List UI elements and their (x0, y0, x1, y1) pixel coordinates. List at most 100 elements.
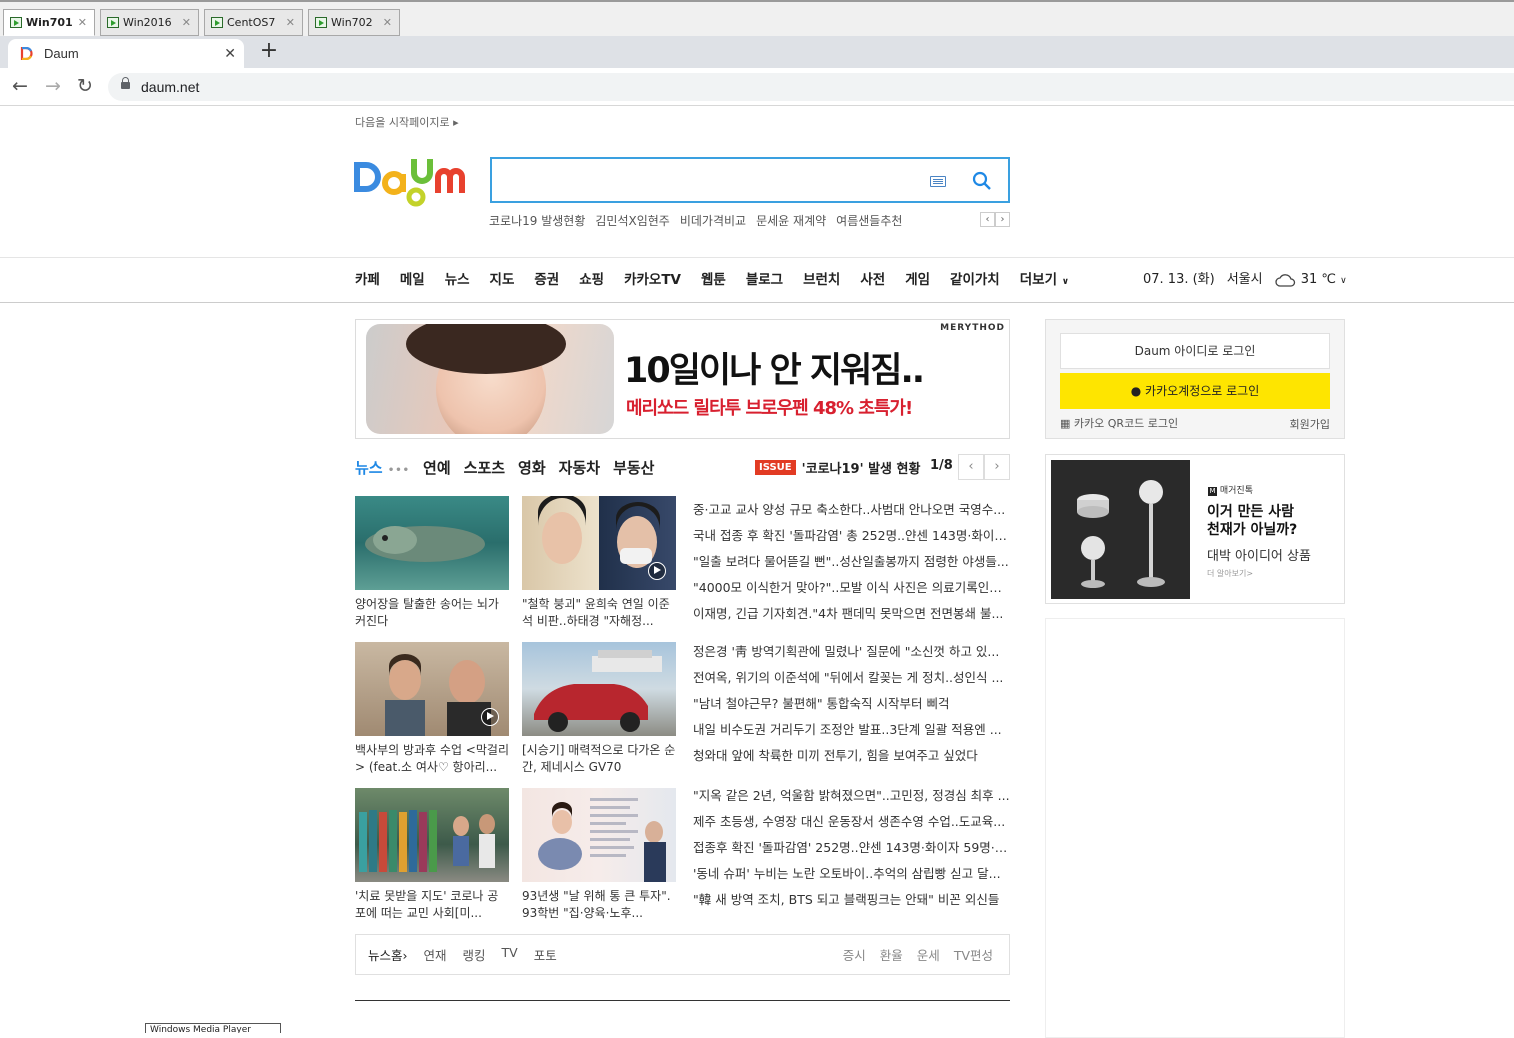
ranking-link[interactable]: 랭킹 (463, 945, 486, 964)
headline-item[interactable]: '동네 슈퍼' 누비는 노란 오토바이..추억의 삼립빵 싣고 달... (693, 861, 1010, 887)
nav-item[interactable]: 카카오TV (624, 258, 681, 304)
trending-keyword[interactable]: 김민석X임현주 (595, 212, 669, 229)
banner-ad[interactable]: MERYTHOD 10일이나 안 지워짐.. 메리쏘드 릴타투 브로우펜 48%… (355, 319, 1010, 439)
stock-link[interactable]: 증시 (843, 945, 866, 964)
tv-schedule-link[interactable]: TV편성 (954, 945, 993, 964)
news-caption[interactable]: "철학 붕괴" 윤희숙 연일 이준석 비판..하태경 "자해정... (522, 596, 676, 630)
news-thumbnail[interactable] (522, 788, 676, 882)
headline-item[interactable]: 전여옥, 위기의 이준석에 "뒤에서 칼꽂는 게 정치..성인식 ... (693, 665, 1010, 691)
chevron-right-icon[interactable]: › (984, 454, 1010, 480)
browser-tab-daum[interactable]: Daum ✕ (8, 39, 244, 68)
vm-tab-centos7[interactable]: CentOS7 ✕ (204, 9, 303, 36)
headline-item[interactable]: 제주 초등생, 수영장 대신 운동장서 생존수영 수업..도교육... (693, 809, 1010, 835)
trending-keyword[interactable]: 코로나19 발생현황 (489, 212, 585, 229)
nav-more[interactable]: 더보기 ∨ (1020, 258, 1069, 304)
news-thumbnail[interactable] (522, 642, 676, 736)
news-caption[interactable]: 93년생 "날 위해 통 큰 투자". 93학번 "집·양육·노후... (522, 888, 676, 922)
set-start-page-link[interactable]: 다음을 시작페이지로 ▸ (355, 114, 459, 130)
tab-news-label: 뉴스 (355, 459, 383, 477)
news-thumbnail[interactable] (355, 496, 509, 590)
headline-item[interactable]: 내일 비수도권 거리두기 조정안 발표..3단계 일괄 적용엔 ... (693, 717, 1010, 743)
qr-login-link[interactable]: ▦ 카카오 QR코드 로그인 (1060, 415, 1178, 431)
tab-entertainment[interactable]: 연예 (423, 457, 451, 478)
headline-item[interactable]: "지옥 같은 2년, 억울함 밝혀졌으면"..고민정, 정경심 최후 ... (693, 783, 1010, 809)
nav-item[interactable]: 쇼핑 (579, 258, 604, 304)
daum-logo[interactable] (354, 157, 472, 207)
trending-keyword[interactable]: 여름샌들추천 (836, 212, 902, 229)
trending-keyword[interactable]: 문세윤 재계약 (756, 212, 826, 229)
close-tab-icon[interactable]: ✕ (224, 39, 236, 68)
headline-item[interactable]: 중·고교 교사 양성 규모 축소한다..사범대 안나오면 국영수... (693, 497, 1010, 523)
city: 서울시 (1226, 272, 1263, 287)
sidebar-ad[interactable]: M 매거진톡 이거 만든 사람 천재가 아닐까? 대박 아이디어 상품 더 알아… (1045, 454, 1345, 604)
news-home-link[interactable]: 뉴스홈› (368, 945, 408, 964)
headline-item[interactable]: 접종후 확진 '돌파감염' 252명..얀센 143명·화이자 59명·AZ .… (693, 835, 1010, 861)
nav-item[interactable]: 웹툰 (701, 258, 726, 304)
back-icon[interactable]: ← (8, 74, 32, 98)
fortune-link[interactable]: 운세 (917, 945, 940, 964)
photo-link[interactable]: 포토 (534, 945, 557, 964)
kakao-login-button[interactable]: ● 카카오계정으로 로그인 (1060, 373, 1330, 409)
series-link[interactable]: 연재 (424, 945, 447, 964)
nav-item[interactable]: 카페 (355, 258, 380, 304)
tab-sports[interactable]: 스포츠 (464, 457, 505, 478)
forward-icon[interactable]: → (41, 74, 65, 98)
chevron-left-icon[interactable]: ‹ (980, 212, 995, 227)
nav-item[interactable]: 메일 (400, 258, 425, 304)
nav-item[interactable]: 블로그 (746, 258, 783, 304)
headline-item[interactable]: 국내 접종 후 확진 '돌파감염' 총 252명..얀센 143명·화이자 ..… (693, 523, 1010, 549)
nav-item[interactable]: 증권 (534, 258, 559, 304)
chevron-left-icon[interactable]: ‹ (958, 454, 984, 480)
exchange-link[interactable]: 환율 (880, 945, 903, 964)
news-thumbnail[interactable] (355, 642, 509, 736)
close-icon[interactable]: ✕ (286, 10, 295, 35)
issue-arrows: ‹ › (958, 454, 1010, 480)
new-tab-button[interactable]: + (258, 36, 280, 68)
news-thumbnail[interactable] (522, 496, 676, 590)
search-icon[interactable] (972, 171, 992, 191)
tab-car[interactable]: 자동차 (559, 457, 600, 478)
headline-item[interactable]: 청와대 앞에 착륙한 미끼 전투기, 힘을 보여주고 싶었다 (693, 743, 1010, 769)
headline-item[interactable]: "韓 새 방역 조치, BTS 되고 블랙핑크는 안돼" 비꼰 외신들 (693, 887, 1010, 913)
headline-item[interactable]: 이재명, 긴급 기자회견."4차 팬데믹 못막으면 전면봉쇄 불... (693, 601, 1010, 627)
nav-item[interactable]: 브런치 (803, 258, 840, 304)
ad-more-link[interactable]: 더 알아보기> (1207, 568, 1253, 579)
signup-link[interactable]: 회원가입 (1290, 416, 1330, 432)
close-icon[interactable]: ✕ (182, 10, 191, 35)
nav-item[interactable]: 뉴스 (445, 258, 470, 304)
tab-movie[interactable]: 영화 (518, 457, 546, 478)
news-caption[interactable]: 양어장을 탈출한 송어는 뇌가 커진다 (355, 596, 509, 630)
date: 07. 13. (화) (1143, 272, 1215, 287)
daum-login-button[interactable]: Daum 아이디로 로그인 (1060, 333, 1330, 369)
tab-news[interactable]: 뉴스 ••• (355, 457, 410, 478)
nav-item[interactable]: 사전 (860, 258, 885, 304)
news-caption[interactable]: 백사부의 방과후 수업 <막걸리> (feat.소 여사♡ 항아리... (355, 742, 509, 776)
vm-tab-win2016[interactable]: Win2016 ✕ (100, 9, 199, 36)
close-icon[interactable]: ✕ (78, 10, 87, 35)
headline-item[interactable]: 정은경 '靑 방역기획관에 밀렸나' 질문에 "소신껏 하고 있... (693, 639, 1010, 665)
trending-keyword[interactable]: 비데가격비교 (680, 212, 746, 229)
nav-item[interactable]: 게임 (905, 258, 930, 304)
search-box[interactable] (490, 157, 1010, 203)
news-caption[interactable]: [시승기] 매력적으로 다가온 순간, 제네시스 GV70 (522, 742, 676, 776)
vm-tab-win701[interactable]: Win701 ✕ (3, 9, 95, 36)
address-bar[interactable]: daum.net (108, 73, 1514, 101)
nav-item[interactable]: 같이가치 (950, 258, 1000, 304)
headline-item[interactable]: "4000모 이식한거 맞아?"..모발 이식 사진은 의료기록인가, ... (693, 575, 1010, 601)
chevron-right-icon[interactable]: › (995, 212, 1010, 227)
keyboard-icon[interactable] (930, 176, 946, 187)
news-caption[interactable]: '치료 못받을 지도' 코로나 공포에 떠는 교민 사회[미... (355, 888, 509, 922)
reload-icon[interactable]: ↻ (73, 74, 97, 98)
close-icon[interactable]: ✕ (383, 10, 392, 35)
issue-link[interactable]: ISSUE '코로나19' 발생 현황 (755, 458, 920, 477)
ad-image (366, 324, 614, 434)
daum-favicon-icon (20, 47, 33, 60)
nav-item[interactable]: 지도 (490, 258, 515, 304)
headline-item[interactable]: "일출 보려다 물어뜯길 뻔"..성산일출봉까지 점령한 야생들... (693, 549, 1010, 575)
news-thumbnail[interactable] (355, 788, 509, 882)
weather-widget[interactable]: 07. 13. (화) 서울시 31 ℃ ∨ (1143, 258, 1347, 303)
tv-link[interactable]: TV (502, 945, 518, 964)
tab-realestate[interactable]: 부동산 (613, 457, 654, 478)
headline-item[interactable]: "남녀 철야근무? 불편해" 통합숙직 시작부터 삐걱 (693, 691, 1010, 717)
vm-tab-win702[interactable]: Win702 ✕ (308, 9, 400, 36)
